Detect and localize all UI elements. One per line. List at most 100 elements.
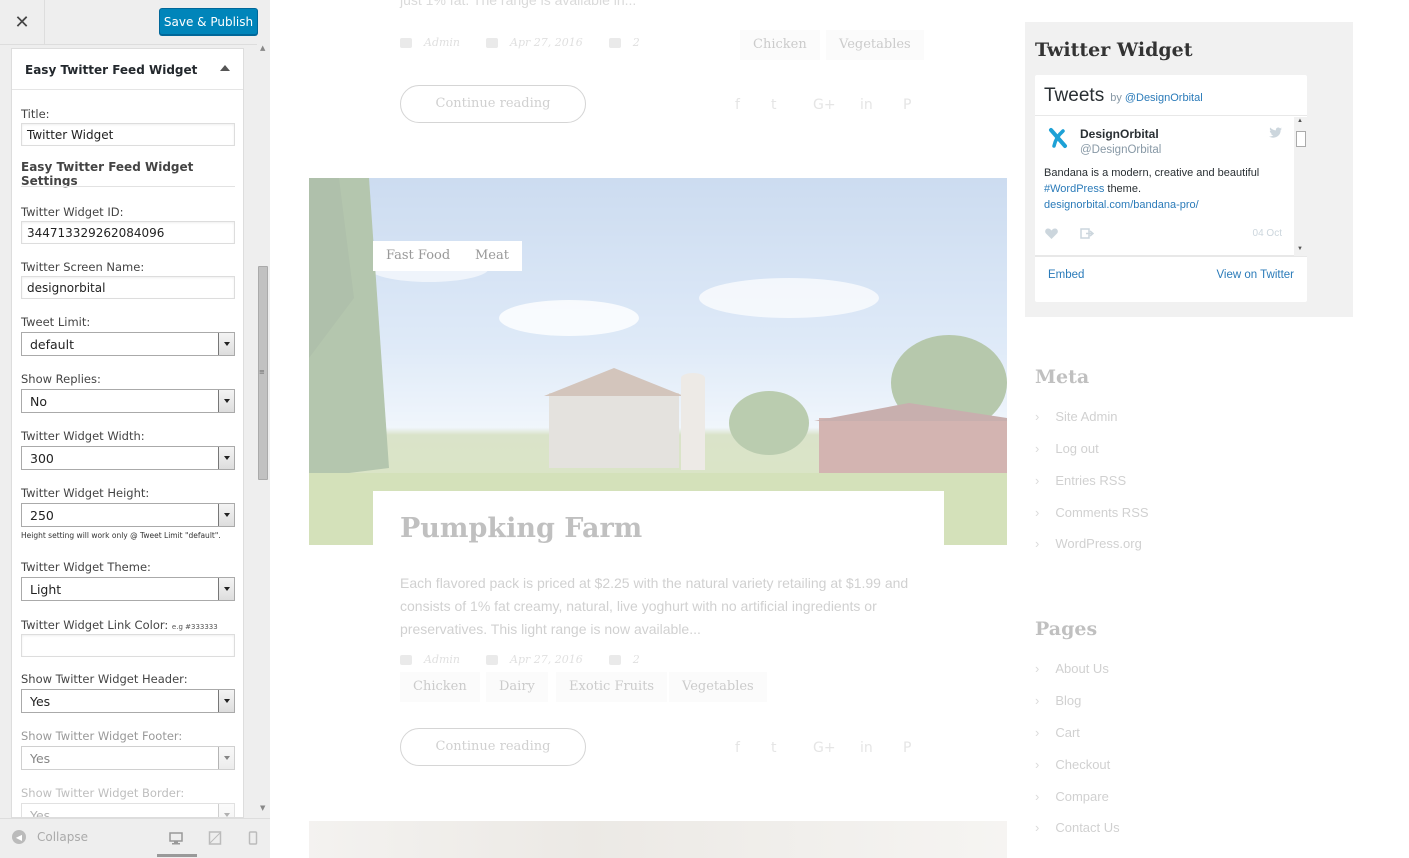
google-plus-icon[interactable]: G+ bbox=[813, 97, 836, 113]
dropdown-arrow-icon[interactable] bbox=[218, 747, 234, 769]
header-group: Show Twitter Widget Header: Yes bbox=[21, 672, 235, 713]
meta-link-wordpress-org[interactable]: WordPress.org bbox=[1035, 536, 1141, 551]
sidebar-scrollbar[interactable]: ▲ ≡ ▼ bbox=[257, 42, 270, 818]
dropdown-arrow-icon[interactable] bbox=[218, 504, 234, 526]
twitter-bird-icon[interactable] bbox=[1268, 127, 1282, 139]
width-group: Twitter Widget Width: 300 bbox=[21, 429, 235, 470]
linkedin-icon[interactable]: in bbox=[860, 97, 873, 113]
timeline-scrollbar[interactable]: ▲ ▼ bbox=[1294, 117, 1307, 256]
timeline-title: Tweets bbox=[1044, 85, 1105, 106]
pinterest-icon[interactable]: P bbox=[903, 740, 911, 756]
facebook-icon[interactable]: f bbox=[735, 740, 740, 756]
widget-id-group: Twitter Widget ID: 344713329262084096 bbox=[21, 205, 235, 244]
dropdown-arrow-icon[interactable] bbox=[218, 578, 234, 600]
post-date: Apr 27, 2016 bbox=[510, 36, 583, 49]
view-on-twitter-link[interactable]: View on Twitter bbox=[1216, 269, 1294, 281]
share-icon[interactable] bbox=[1080, 228, 1094, 239]
designorbital-logo-icon[interactable] bbox=[1047, 127, 1069, 149]
scroll-down-icon[interactable]: ▼ bbox=[1297, 246, 1303, 252]
embed-link[interactable]: Embed bbox=[1048, 269, 1084, 281]
tweet-author-handle[interactable]: @DesignOrbital bbox=[1080, 144, 1161, 156]
page-link-contact[interactable]: Contact Us bbox=[1035, 820, 1119, 835]
page-link-about[interactable]: About Us bbox=[1035, 661, 1108, 676]
post-content: Pumpking Farm Each flavored pack is pric… bbox=[373, 491, 944, 821]
tweet-limit-select[interactable]: default bbox=[21, 332, 235, 356]
footer-value: Yes bbox=[30, 751, 51, 766]
tweet-hashtag-link[interactable]: #WordPress bbox=[1044, 183, 1104, 195]
page-link-compare[interactable]: Compare bbox=[1035, 789, 1108, 804]
link-color-input[interactable] bbox=[21, 634, 235, 657]
height-label: Twitter Widget Height: bbox=[21, 486, 150, 500]
tweet-author-name[interactable]: DesignOrbital bbox=[1080, 127, 1159, 141]
screen-name-group: Twitter Screen Name: designorbital bbox=[21, 260, 235, 299]
title-input[interactable]: Twitter Widget bbox=[21, 123, 235, 146]
post-tag[interactable]: Exotic Fruits bbox=[556, 672, 668, 702]
meta-link-site-admin[interactable]: Site Admin bbox=[1035, 409, 1117, 424]
close-icon[interactable]: ✕ bbox=[0, 0, 45, 44]
post-tag[interactable]: Vegetables bbox=[669, 672, 767, 702]
footer-select[interactable]: Yes bbox=[21, 746, 235, 770]
post-card: Pumpking Farm Each flavored pack is pric… bbox=[373, 491, 944, 821]
dropdown-arrow-icon[interactable] bbox=[218, 690, 234, 712]
tweet-limit-label: Tweet Limit: bbox=[21, 315, 91, 329]
theme-select[interactable]: Light bbox=[21, 577, 235, 601]
width-select[interactable]: 300 bbox=[21, 446, 235, 470]
page-link-blog[interactable]: Blog bbox=[1035, 693, 1081, 708]
timeline-handle-link[interactable]: @DesignOrbital bbox=[1125, 92, 1203, 104]
post-tag[interactable]: Chicken bbox=[740, 30, 820, 60]
border-value: Yes bbox=[30, 808, 51, 818]
dropdown-arrow-icon[interactable] bbox=[218, 390, 234, 412]
pinterest-icon[interactable]: P bbox=[903, 97, 911, 113]
meta-link-entries-rss[interactable]: Entries RSS bbox=[1035, 473, 1126, 488]
post-tag[interactable]: Vegetables bbox=[826, 30, 924, 60]
screen-name-input[interactable]: designorbital bbox=[21, 276, 235, 299]
post-comments[interactable]: 2 bbox=[633, 653, 640, 666]
dropdown-arrow-icon[interactable] bbox=[218, 447, 234, 469]
timeline-scroll-thumb[interactable] bbox=[1296, 131, 1306, 147]
meta-link-log-out[interactable]: Log out bbox=[1035, 441, 1098, 456]
scroll-up-icon[interactable]: ▲ bbox=[260, 44, 265, 52]
show-replies-select[interactable]: No bbox=[21, 389, 235, 413]
widget-id-input[interactable]: 344713329262084096 bbox=[21, 221, 235, 244]
twitter-icon[interactable]: t bbox=[771, 97, 777, 113]
border-select[interactable]: Yes bbox=[21, 803, 235, 818]
post-tag[interactable]: Chicken bbox=[400, 672, 480, 702]
tweet-date[interactable]: 04 Oct bbox=[1253, 228, 1282, 239]
scroll-down-icon[interactable]: ▼ bbox=[260, 804, 265, 812]
post-tag[interactable]: Dairy bbox=[486, 672, 548, 702]
save-publish-button[interactable]: Save & Publish bbox=[159, 8, 258, 35]
post-author[interactable]: Admin bbox=[424, 36, 460, 49]
dropdown-arrow-icon[interactable] bbox=[218, 804, 234, 817]
tweet-url-link[interactable]: designorbital.com/bandana-pro/ bbox=[1044, 199, 1199, 211]
facebook-icon[interactable]: f bbox=[735, 97, 740, 113]
meta-link-comments-rss[interactable]: Comments RSS bbox=[1035, 505, 1148, 520]
collapse-arrow-icon[interactable] bbox=[220, 65, 230, 71]
height-select[interactable]: 250 bbox=[21, 503, 235, 527]
tweet-limit-value: default bbox=[30, 337, 74, 352]
widget-id-label: Twitter Widget ID: bbox=[21, 205, 124, 219]
header-value: Yes bbox=[30, 694, 51, 709]
desktop-icon[interactable] bbox=[169, 831, 183, 845]
next-post-image[interactable] bbox=[309, 821, 1007, 858]
mobile-icon[interactable] bbox=[246, 831, 260, 845]
linkedin-icon[interactable]: in bbox=[860, 740, 873, 756]
tablet-icon[interactable] bbox=[208, 831, 222, 845]
post-author[interactable]: Admin bbox=[424, 653, 460, 666]
google-plus-icon[interactable]: G+ bbox=[813, 740, 836, 756]
scroll-up-icon[interactable]: ▲ bbox=[1297, 118, 1303, 124]
heart-icon[interactable] bbox=[1045, 228, 1058, 239]
category-tag[interactable]: Fast Food bbox=[373, 241, 464, 271]
border-label: Show Twitter Widget Border: bbox=[21, 786, 185, 800]
post-comments[interactable]: 2 bbox=[633, 36, 640, 49]
collapse-button[interactable]: ◀ Collapse bbox=[12, 830, 88, 844]
page-link-checkout[interactable]: Checkout bbox=[1035, 757, 1110, 772]
category-tag[interactable]: Meat bbox=[462, 241, 522, 271]
widget-panel-header[interactable]: Easy Twitter Feed Widget bbox=[12, 49, 243, 90]
twitter-icon[interactable]: t bbox=[771, 740, 777, 756]
post-title[interactable]: Pumpking Farm bbox=[400, 513, 642, 544]
continue-reading-button[interactable]: Continue reading bbox=[400, 728, 586, 766]
page-link-cart[interactable]: Cart bbox=[1035, 725, 1080, 740]
dropdown-arrow-icon[interactable] bbox=[218, 333, 234, 355]
header-select[interactable]: Yes bbox=[21, 689, 235, 713]
continue-reading-button[interactable]: Continue reading bbox=[400, 85, 586, 123]
